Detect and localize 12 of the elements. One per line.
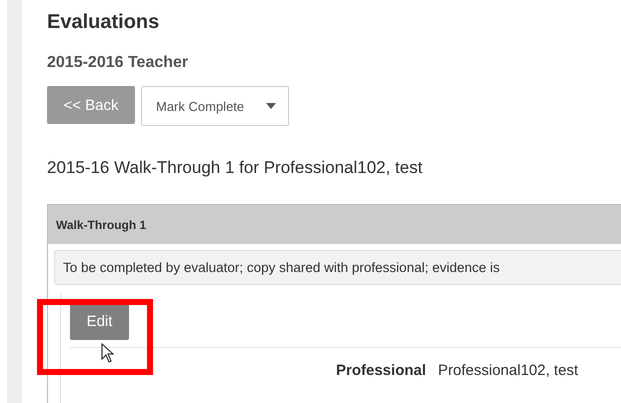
status-dropdown[interactable]: Mark Complete (141, 86, 290, 126)
edit-button[interactable]: Edit (70, 302, 129, 340)
note-text: To be completed by evaluator; copy shared with professional; evidence is (54, 250, 621, 285)
page-title: Evaluations (47, 11, 160, 34)
field-label: Professional (336, 362, 426, 379)
field-value: Professional102, test (438, 362, 578, 379)
evaluation-title: 2015-16 Walk-Through 1 for Professional102, test (47, 158, 424, 178)
back-button[interactable]: << Back (47, 86, 135, 124)
panel-title: Walk-Through 1 (56, 218, 146, 232)
caret-icon (266, 103, 276, 109)
subtitle: 2015-2016 Teacher (47, 54, 190, 72)
cursor-icon (101, 343, 115, 363)
